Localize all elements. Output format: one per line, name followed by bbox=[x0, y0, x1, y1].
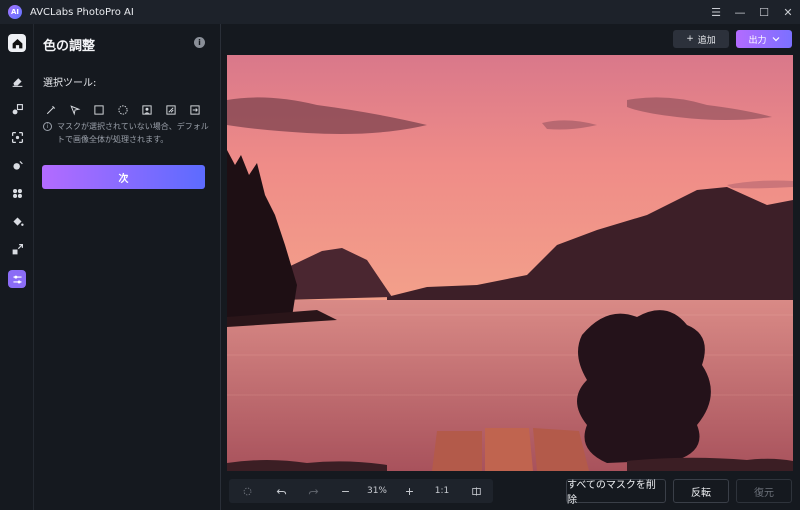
panel-title: 色の調整 bbox=[43, 39, 96, 54]
color-adjust-icon[interactable] bbox=[8, 270, 26, 288]
exit-select-icon[interactable] bbox=[187, 102, 203, 118]
panel-divider bbox=[220, 24, 221, 510]
maximize-icon[interactable]: ☐ bbox=[752, 0, 776, 24]
info-icon[interactable]: i bbox=[194, 37, 205, 48]
fill-bucket-icon[interactable] bbox=[8, 212, 26, 230]
selection-tools-label: 選択ツール: bbox=[43, 78, 97, 89]
bokeh-icon[interactable] bbox=[8, 184, 26, 202]
brush-icon[interactable] bbox=[43, 102, 59, 118]
delete-all-masks-button[interactable]: すべてのマスクを削除 bbox=[566, 479, 666, 506]
undo-icon[interactable] bbox=[265, 479, 297, 503]
tool-rail bbox=[0, 24, 34, 510]
title-bar: AI AVCLabs PhotoPro AI ☰ — ☐ ✕ bbox=[0, 0, 800, 24]
add-label: 追加 bbox=[697, 35, 716, 46]
plus-icon: + bbox=[686, 34, 694, 44]
object-replace-icon[interactable] bbox=[8, 100, 26, 118]
image-canvas[interactable] bbox=[227, 55, 793, 471]
portrait-select-icon[interactable] bbox=[139, 102, 155, 118]
home-icon[interactable] bbox=[8, 34, 26, 52]
photo-preview bbox=[227, 55, 793, 471]
chevron-down-icon bbox=[772, 37, 779, 42]
auto-select-icon[interactable] bbox=[163, 102, 179, 118]
zoom-level: 31% bbox=[366, 486, 387, 496]
lasso-icon[interactable] bbox=[67, 102, 83, 118]
export-button[interactable]: 出力 bbox=[736, 30, 792, 48]
restore-button[interactable]: 復元 bbox=[736, 479, 792, 503]
eraser-icon[interactable] bbox=[8, 72, 26, 90]
colorize-icon[interactable] bbox=[8, 156, 26, 174]
loading-icon[interactable] bbox=[229, 479, 265, 503]
app-title: AVCLabs PhotoPro AI bbox=[30, 6, 134, 18]
redo-icon[interactable] bbox=[297, 479, 329, 503]
minimize-icon[interactable]: — bbox=[728, 0, 752, 24]
tool-panel: 色の調整 i 選択ツール: i マスクが選択されていない場合、デフォルトで画像全… bbox=[34, 24, 220, 510]
add-button[interactable]: + 追加 bbox=[673, 30, 729, 48]
menu-icon[interactable]: ☰ bbox=[704, 0, 728, 24]
app-logo: AI bbox=[8, 5, 22, 19]
enhance-icon[interactable] bbox=[8, 128, 26, 146]
actual-size-button[interactable]: 1:1 bbox=[425, 479, 459, 503]
zoom-bar: 31% 1:1 bbox=[229, 479, 493, 503]
invert-button[interactable]: 反転 bbox=[673, 479, 729, 503]
hint: i マスクが選択されていない場合、デフォルトで画像全体が処理されます。 bbox=[43, 120, 213, 146]
selection-tools bbox=[43, 102, 203, 118]
hint-text: マスクが選択されていない場合、デフォルトで画像全体が処理されます。 bbox=[57, 122, 209, 144]
upscale-icon[interactable] bbox=[8, 240, 26, 258]
export-label: 出力 bbox=[748, 35, 767, 46]
zoom-out-icon[interactable] bbox=[329, 479, 361, 503]
info-circle-icon: i bbox=[43, 122, 52, 131]
close-icon[interactable]: ✕ bbox=[776, 0, 800, 24]
next-button[interactable]: 次 bbox=[42, 165, 205, 189]
compare-icon[interactable] bbox=[459, 479, 493, 503]
zoom-in-icon[interactable] bbox=[393, 479, 425, 503]
ellipse-select-icon[interactable] bbox=[115, 102, 131, 118]
rectangle-select-icon[interactable] bbox=[91, 102, 107, 118]
